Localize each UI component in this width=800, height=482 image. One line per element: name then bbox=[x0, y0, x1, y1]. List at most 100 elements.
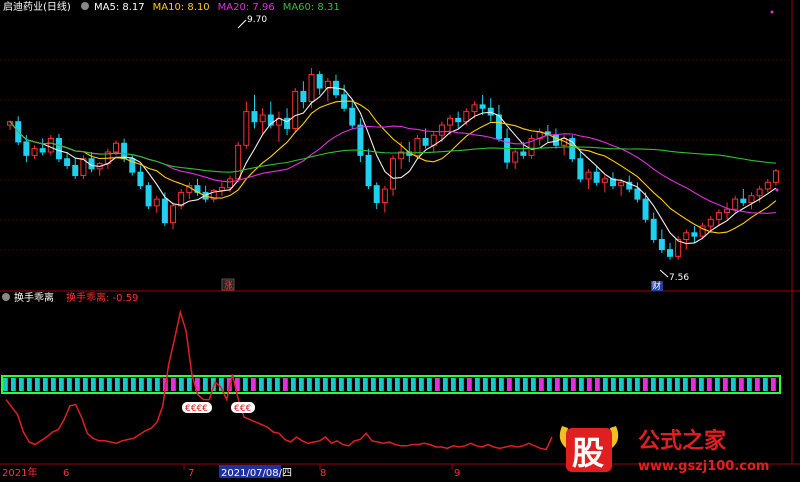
watermark-url: www.gszj100.com bbox=[638, 459, 769, 474]
band-bar bbox=[595, 378, 600, 391]
band-bar bbox=[659, 378, 664, 391]
band-bar bbox=[251, 378, 256, 391]
band-bar bbox=[555, 378, 560, 391]
candle-body bbox=[259, 114, 266, 123]
candle-body bbox=[251, 111, 258, 123]
candle-body bbox=[227, 178, 234, 189]
band-bar bbox=[203, 378, 208, 391]
band-bar bbox=[331, 378, 336, 391]
candle-body bbox=[300, 90, 307, 103]
band-bar bbox=[371, 378, 376, 391]
candle-body bbox=[707, 218, 714, 227]
candle-body bbox=[715, 212, 722, 220]
band-bar bbox=[419, 378, 424, 391]
band-bar bbox=[291, 378, 296, 391]
candle-body bbox=[438, 124, 445, 136]
band-bar bbox=[131, 378, 136, 391]
band-bar bbox=[467, 378, 472, 391]
band-bar bbox=[747, 378, 752, 391]
band-bar bbox=[611, 378, 616, 391]
band-bar bbox=[19, 378, 24, 391]
ma20-label: MA20: 7.96 bbox=[218, 2, 275, 13]
x-tick-cursor: 2021/07/08/四 bbox=[221, 468, 292, 478]
band-bar bbox=[539, 378, 544, 391]
band-bar bbox=[635, 378, 640, 391]
band-bar bbox=[451, 378, 456, 391]
band-bar bbox=[579, 378, 584, 391]
candle-body bbox=[732, 198, 739, 210]
candle-body bbox=[31, 148, 38, 156]
signal-band bbox=[1, 375, 781, 394]
band-bar bbox=[515, 378, 520, 391]
candle-body bbox=[512, 151, 519, 163]
band-bar bbox=[707, 378, 712, 391]
band-bar bbox=[139, 378, 144, 391]
band-bar bbox=[691, 378, 696, 391]
band-bar bbox=[339, 378, 344, 391]
candle-body bbox=[316, 74, 323, 89]
band-bar bbox=[643, 378, 648, 391]
x-axis: 2021年 6 7 2021/07/08/四 8 9 bbox=[2, 465, 460, 479]
indicator-legend: 换手乖离 换手乖离: -0.59 bbox=[2, 291, 138, 304]
candle-body bbox=[112, 142, 119, 153]
candle-body bbox=[390, 158, 396, 190]
band-bar bbox=[459, 378, 464, 391]
settings-icon[interactable] bbox=[2, 293, 10, 301]
x-tick: 8 bbox=[320, 468, 326, 478]
x-tick: 9 bbox=[454, 468, 460, 478]
signal-label: €€€€ bbox=[185, 404, 208, 414]
signal-labels: €€€€ €€€ bbox=[182, 402, 255, 414]
band-bar bbox=[483, 378, 488, 391]
candle-body bbox=[145, 185, 152, 207]
candle-body bbox=[601, 178, 608, 183]
candle-body bbox=[235, 144, 242, 180]
band-bar bbox=[3, 378, 8, 391]
candle-body bbox=[585, 171, 592, 180]
band-bar bbox=[723, 378, 728, 391]
band-bar bbox=[323, 378, 328, 391]
band-bar bbox=[171, 378, 176, 391]
indicator-name: 换手乖离 bbox=[14, 291, 54, 304]
band-bar bbox=[435, 378, 440, 391]
indicator-value: 换手乖离: -0.59 bbox=[66, 291, 138, 304]
band-bar bbox=[491, 378, 496, 391]
candle-body bbox=[455, 117, 462, 123]
band-bar bbox=[587, 378, 592, 391]
candle-body bbox=[667, 249, 674, 257]
watermark-logo: 股 公式之家 www.gszj100.com bbox=[559, 426, 769, 474]
band-bar bbox=[267, 378, 272, 391]
band-bar bbox=[91, 378, 96, 391]
candle-body bbox=[593, 171, 600, 183]
marker-dot bbox=[775, 188, 779, 192]
x-tick: 6 bbox=[63, 468, 69, 478]
band-bar bbox=[563, 378, 568, 391]
stock-chart[interactable]: 启迪药业(日线) MA5: 8.17 MA10: 8.10 MA20: 7.96… bbox=[0, 0, 800, 479]
band-bar bbox=[243, 378, 248, 391]
candle-body bbox=[55, 138, 62, 160]
band-bar bbox=[499, 378, 504, 391]
candle-body bbox=[634, 188, 641, 200]
candle-body bbox=[64, 158, 71, 166]
x-tick: 7 bbox=[188, 468, 194, 478]
band-bar bbox=[155, 378, 160, 391]
band-bar bbox=[83, 378, 88, 391]
candle-body bbox=[740, 198, 747, 203]
band-bar bbox=[651, 378, 656, 391]
stock-title: 启迪药业(日线) bbox=[3, 0, 71, 13]
candle-body bbox=[479, 104, 486, 109]
candle-body bbox=[577, 158, 584, 180]
candle-body bbox=[170, 205, 177, 224]
band-bar bbox=[395, 378, 400, 391]
settings-icon[interactable] bbox=[81, 2, 89, 10]
candle-body bbox=[691, 232, 698, 237]
candle-body bbox=[153, 198, 160, 207]
ma10-label: MA10: 8.10 bbox=[153, 2, 210, 13]
band-bar bbox=[283, 378, 288, 391]
candle-body bbox=[520, 151, 527, 156]
band-bar bbox=[731, 378, 736, 391]
marker-dot bbox=[770, 10, 774, 14]
candle-body bbox=[72, 164, 79, 177]
band-bar bbox=[147, 378, 152, 391]
band-bar bbox=[411, 378, 416, 391]
band-bar bbox=[51, 378, 56, 391]
